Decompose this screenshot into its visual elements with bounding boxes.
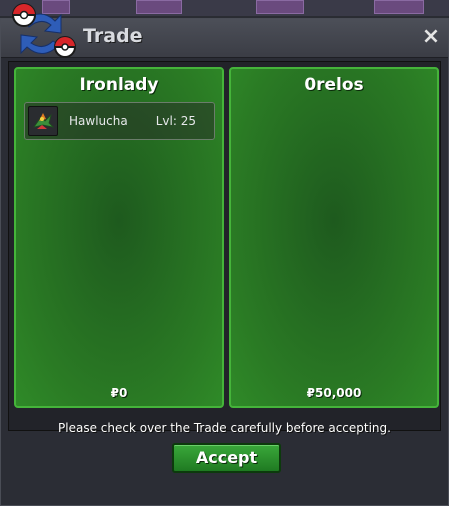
trade-window: Trade × Ironlady Hawlucha Lvl: 25 ₽0 0re…: [0, 3, 449, 506]
background-tile: [136, 0, 182, 14]
hawlucha-icon: [28, 106, 58, 136]
left-trade-panel: Ironlady Hawlucha Lvl: 25 ₽0: [14, 67, 224, 408]
right-trade-panel: 0relos ₽50,000: [229, 67, 439, 408]
background-tile: [374, 0, 424, 14]
accept-button-label: Accept: [195, 448, 258, 467]
window-title: Trade: [83, 25, 143, 47]
trade-notice: Please check over the Trade carefully be…: [58, 421, 391, 435]
trade-item-slot[interactable]: Hawlucha Lvl: 25: [24, 102, 215, 140]
pokeball-arrows-icon: [12, 3, 76, 58]
left-money-offer: ₽0: [110, 386, 128, 400]
item-pokemon-name: Hawlucha: [69, 114, 128, 128]
item-pokemon-level: Lvl: 25: [155, 114, 196, 128]
background-tile: [256, 0, 304, 14]
trade-content: Ironlady Hawlucha Lvl: 25 ₽0 0relos ₽50,…: [8, 61, 441, 431]
close-button[interactable]: ×: [420, 26, 442, 48]
left-player-name: Ironlady: [79, 75, 159, 95]
right-money-offer: ₽50,000: [306, 386, 362, 400]
accept-button[interactable]: Accept: [172, 443, 281, 473]
right-player-name: 0relos: [304, 75, 364, 95]
